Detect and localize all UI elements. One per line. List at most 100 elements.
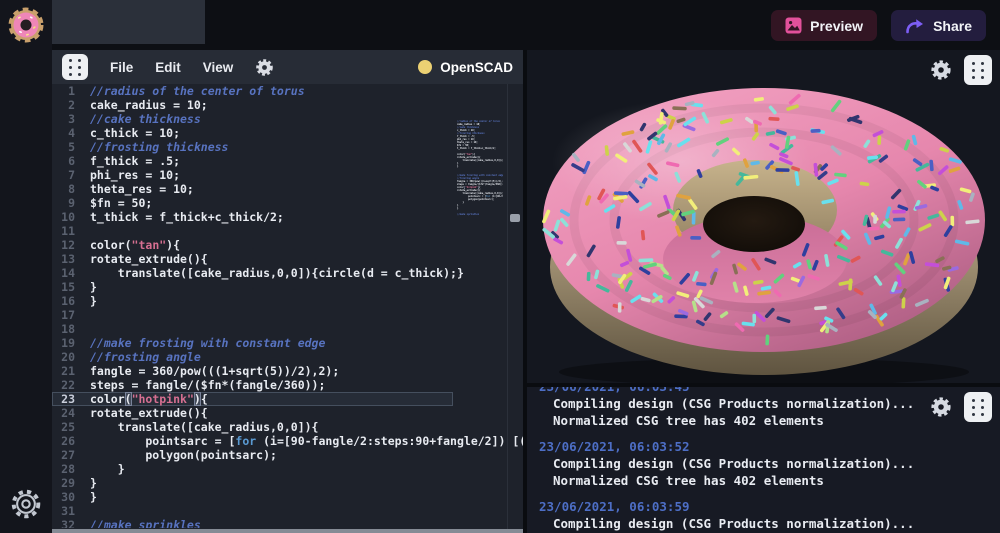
menu-file[interactable]: File — [110, 60, 133, 75]
code-line[interactable]: 27 polygon(pointsarc); — [52, 448, 453, 462]
console-message: Compiling design (CSG Products normaliza… — [539, 515, 1000, 532]
code-line[interactable]: 12color("tan"){ — [52, 238, 453, 252]
code-line[interactable]: 30} — [52, 490, 453, 504]
editor-settings-gear-icon[interactable] — [255, 58, 274, 77]
topbar: Preview Share — [52, 0, 1000, 50]
code-line[interactable]: 28 } — [52, 462, 453, 476]
console-message: Normalized CSG tree has 402 elements — [539, 472, 1000, 489]
horizontal-scrollbar[interactable] — [52, 529, 523, 533]
share-arrow-icon — [905, 18, 925, 34]
code-line[interactable]: 8theta_res = 10; — [52, 182, 453, 196]
line-number: 21 — [52, 364, 90, 378]
console-settings-gear-icon[interactable] — [926, 392, 956, 422]
code-line[interactable]: 1//radius of the center of torus — [52, 84, 453, 98]
line-number: 10 — [52, 210, 90, 224]
console-panel[interactable]: 23/06/2021, 06:03:45Compiling design (CS… — [527, 387, 1000, 533]
minimap-line: translate([cake_radius,0,0]){circle(d = … — [457, 159, 503, 162]
menu-edit[interactable]: Edit — [155, 60, 181, 75]
line-number: 18 — [52, 322, 90, 336]
console-entry: 23/06/2021, 06:03:59Compiling design (CS… — [539, 498, 1000, 533]
line-number: 17 — [52, 308, 90, 322]
code-line[interactable]: 13rotate_extrude(){ — [52, 252, 453, 266]
share-button-label: Share — [933, 18, 972, 34]
code-line[interactable]: 6f_thick = .5; — [52, 154, 453, 168]
line-number: 32 — [52, 518, 90, 528]
code-line[interactable]: 2cake_radius = 10; — [52, 98, 453, 112]
line-number: 8 — [52, 182, 90, 196]
line-number: 30 — [52, 490, 90, 504]
code-line[interactable]: 24rotate_extrude(){ — [52, 406, 453, 420]
line-number: 9 — [52, 196, 90, 210]
viewport-settings-gear-icon[interactable] — [926, 55, 956, 85]
minimap-line: //make sprinkles — [457, 213, 503, 216]
line-number: 2 — [52, 98, 90, 112]
code-line[interactable]: 22steps = fangle/($fn*(fangle/360)); — [52, 378, 453, 392]
line-number: 16 — [52, 294, 90, 308]
code-line[interactable]: 25 translate([cake_radius,0,0]){ — [52, 420, 453, 434]
code-line[interactable]: 14 translate([cake_radius,0,0]){circle(d… — [52, 266, 453, 280]
minimap-content: //radius of the center of toruscake_radi… — [457, 120, 503, 216]
share-button[interactable]: Share — [891, 10, 986, 41]
language-badge: OpenSCAD — [418, 60, 513, 75]
line-number: 31 — [52, 504, 90, 518]
code-line[interactable]: 10t_thick = f_thick+c_thick/2; — [52, 210, 453, 224]
code-line[interactable]: 7phi_res = 10; — [52, 168, 453, 182]
code-line[interactable]: 9$fn = 50; — [52, 196, 453, 210]
line-number: 4 — [52, 126, 90, 140]
code-line[interactable]: 15} — [52, 280, 453, 294]
code-line[interactable]: 26 pointsarc = [for (i=[90-fangle/2:step… — [52, 434, 453, 448]
code-line[interactable]: 16} — [52, 294, 453, 308]
app-logo-donut-icon[interactable] — [6, 5, 46, 45]
line-number: 3 — [52, 112, 90, 126]
line-number: 14 — [52, 266, 90, 280]
code-lines: 1//radius of the center of torus2cake_ra… — [52, 84, 523, 528]
line-number: 6 — [52, 154, 90, 168]
code-line[interactable]: 4c_thick = 10; — [52, 126, 453, 140]
code-line[interactable]: 11 — [52, 224, 453, 238]
code-line[interactable]: 32//make sprinkles — [52, 518, 453, 528]
code-editor-panel: File Edit View OpenSCAD 1//radius of the… — [52, 50, 523, 533]
editor-drag-handle-icon[interactable] — [62, 54, 88, 80]
vertical-scrollbar[interactable] — [507, 84, 523, 533]
preview-button-label: Preview — [810, 18, 863, 34]
console-entry: 23/06/2021, 06:03:52Compiling design (CS… — [539, 438, 1000, 489]
console-timestamp: 23/06/2021, 06:03:52 — [539, 438, 1000, 455]
line-number: 26 — [52, 434, 90, 448]
line-number: 15 — [52, 280, 90, 294]
app-sidebar — [0, 0, 52, 533]
donut-render — [527, 50, 1000, 383]
line-number: 24 — [52, 406, 90, 420]
file-tab[interactable] — [52, 0, 205, 44]
viewport-drag-handle-icon[interactable] — [964, 55, 992, 85]
viewport-3d-panel[interactable] — [527, 50, 1000, 383]
vertical-scrollbar-thumb[interactable] — [510, 214, 520, 222]
line-number: 1 — [52, 84, 90, 98]
line-number: 20 — [52, 350, 90, 364]
line-number: 22 — [52, 378, 90, 392]
editor-header: File Edit View OpenSCAD — [52, 50, 523, 84]
console-message: Compiling design (CSG Products normaliza… — [539, 455, 1000, 472]
line-number: 27 — [52, 448, 90, 462]
code-line[interactable]: 3//cake thickness — [52, 112, 453, 126]
line-number: 29 — [52, 476, 90, 490]
menu-view[interactable]: View — [203, 60, 234, 75]
code-line[interactable]: 31 — [52, 504, 453, 518]
code-line[interactable]: 23color("hotpink"){ — [52, 392, 453, 406]
settings-gear-icon[interactable] — [10, 488, 42, 520]
minimap[interactable]: //radius of the center of toruscake_radi… — [457, 120, 503, 360]
line-number: 5 — [52, 140, 90, 154]
code-line[interactable]: 29} — [52, 476, 453, 490]
code-line[interactable]: 20//frosting angle — [52, 350, 453, 364]
line-number: 23 — [52, 392, 90, 406]
console-drag-handle-icon[interactable] — [964, 392, 992, 422]
code-line[interactable]: 21fangle = 360/pow(((1+sqrt(5))/2),2); — [52, 364, 453, 378]
preview-button[interactable]: Preview — [771, 10, 877, 41]
line-number: 25 — [52, 420, 90, 434]
language-badge-label: OpenSCAD — [440, 60, 513, 75]
code-line[interactable]: 19//make frosting with constant edge — [52, 336, 453, 350]
code-line[interactable]: 5//frosting thickness — [52, 140, 453, 154]
code-line[interactable]: 18 — [52, 322, 453, 336]
code-line[interactable]: 17 — [52, 308, 453, 322]
console-timestamp: 23/06/2021, 06:03:59 — [539, 498, 1000, 515]
code-area[interactable]: 1//radius of the center of torus2cake_ra… — [52, 84, 523, 528]
